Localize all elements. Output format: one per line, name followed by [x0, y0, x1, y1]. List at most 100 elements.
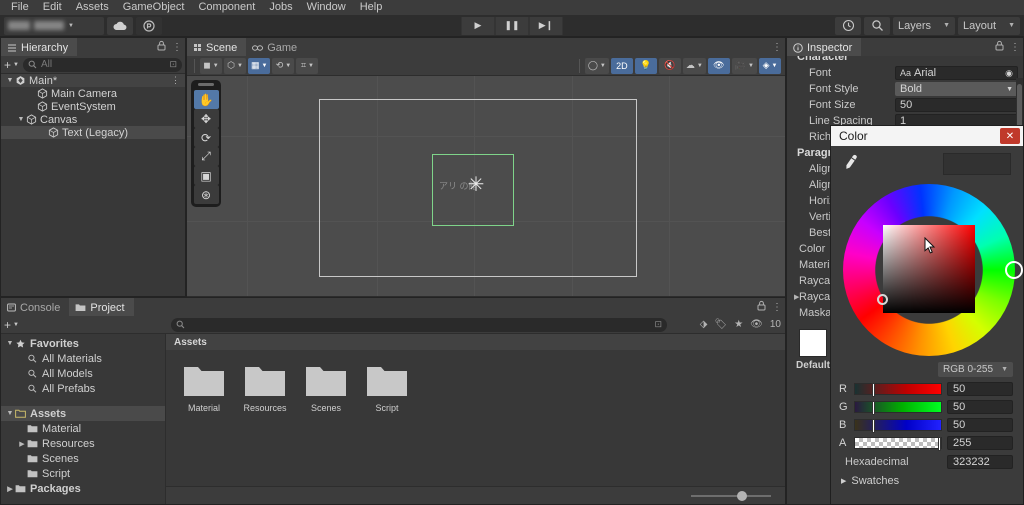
asset-item-material[interactable]: Material	[182, 364, 226, 413]
hierarchy-item-main[interactable]: ▼ Main* ⋮	[1, 74, 185, 87]
project-tree-item-all-materials[interactable]: All Materials	[1, 351, 165, 366]
hexadecimal-input[interactable]: 323232	[947, 455, 1013, 469]
channel-knob[interactable]	[872, 401, 876, 415]
toggle-audio[interactable]: 🔇	[658, 57, 681, 74]
tab-console[interactable]: Console	[1, 298, 69, 316]
material-swatch[interactable]	[799, 329, 827, 357]
project-folder-tree[interactable]: ▼ Favorites All Materials All Models All Pre…	[1, 334, 166, 504]
asset-type-filter-icon[interactable]: ⬗	[700, 319, 708, 330]
channel-value-input[interactable]: 255	[947, 436, 1013, 450]
kebab-menu-icon[interactable]: ⋮	[171, 75, 181, 86]
project-tree-item-packages[interactable]: ▶ Packages	[1, 481, 165, 496]
menu-item-window[interactable]: Window	[300, 0, 353, 15]
toggle-fx[interactable]: ☁ ▼	[682, 57, 706, 74]
project-tree-item-material[interactable]: Material	[1, 421, 165, 436]
asset-item-scenes[interactable]: Scenes	[304, 364, 348, 413]
search-filter-icon[interactable]: ⊡	[654, 319, 662, 330]
create-gameobject-button[interactable]: + ▼	[4, 58, 19, 72]
hierarchy-item-eventsystem[interactable]: EventSystem	[1, 100, 185, 113]
toggle-2d-grid[interactable]: ▦ ▼	[248, 57, 271, 74]
tab-inspector[interactable]: Inspector	[787, 38, 862, 56]
eyedropper-icon[interactable]	[841, 152, 861, 176]
toolbar-search-icon[interactable]	[864, 16, 890, 35]
project-tree-item-all-models[interactable]: All Models	[1, 366, 165, 381]
channel-slider[interactable]	[854, 437, 942, 451]
asset-item-resources[interactable]: Resources	[243, 364, 287, 413]
hue-knob[interactable]	[1005, 261, 1023, 279]
scale-tool[interactable]: ⤢	[193, 147, 219, 166]
create-asset-button[interactable]: + ▼	[4, 318, 19, 332]
project-tree-item-resources[interactable]: ▶ Resources	[1, 436, 165, 451]
channel-slider[interactable]	[854, 383, 942, 397]
slider-knob[interactable]	[737, 490, 747, 501]
kebab-menu-icon[interactable]: ⋮	[772, 42, 782, 53]
scene-viewport[interactable]: アリ の館 ✳ ✋ ✥ ⟳ ⤢ ▣ ⊛	[187, 76, 785, 296]
chevron-down-icon[interactable]: ▼	[16, 116, 26, 123]
tab-project[interactable]: Project	[69, 298, 134, 316]
chevron-down-icon[interactable]: ▼	[5, 77, 15, 84]
scene-camera-settings[interactable]: 🎥 ▼	[731, 57, 757, 74]
channel-knob[interactable]	[937, 437, 941, 451]
kebab-menu-icon[interactable]: ⋮	[1010, 42, 1020, 53]
snap-increment-dropdown[interactable]: ⟲ ▼	[272, 57, 295, 74]
layers-dropdown[interactable]: Layers ▼	[893, 16, 955, 35]
step-button[interactable]: ▶❙	[529, 16, 563, 35]
color-wheel-area[interactable]	[831, 182, 1023, 360]
sv-knob[interactable]	[877, 294, 888, 305]
menu-item-assets[interactable]: Assets	[69, 0, 116, 15]
menu-item-file[interactable]: File	[4, 0, 36, 15]
lock-icon[interactable]	[995, 40, 1004, 54]
menu-item-jobs[interactable]: Jobs	[262, 0, 299, 15]
project-tree-item-favorites[interactable]: ▼ Favorites	[1, 336, 165, 351]
hierarchy-item-text-legacy[interactable]: Text (Legacy)	[1, 126, 185, 139]
project-tree-item-assets[interactable]: ▼ Assets	[1, 406, 165, 421]
lock-icon[interactable]	[757, 300, 766, 314]
menu-item-edit[interactable]: Edit	[36, 0, 69, 15]
inspector-field[interactable]: 50	[895, 98, 1018, 112]
chevron-down-icon[interactable]: ▼	[1006, 86, 1013, 93]
chevron-down-icon[interactable]: ▼	[308, 63, 314, 69]
chevron-down-icon[interactable]: ▼	[213, 63, 219, 69]
project-search-input[interactable]: ⊡	[171, 317, 667, 332]
collab-icon[interactable]	[136, 16, 162, 35]
hand-tool[interactable]: ✋	[193, 90, 219, 109]
inspector-field[interactable]: Aa Arial ◉	[895, 66, 1018, 80]
chevron-right-icon[interactable]: ▶	[794, 293, 799, 301]
hierarchy-search-input[interactable]: All ⊡	[22, 57, 182, 72]
label-filter-icon[interactable]: 🏷	[715, 319, 728, 330]
chevron-down-icon[interactable]: ▼	[697, 63, 703, 69]
channel-knob[interactable]	[872, 419, 876, 433]
channel-slider[interactable]	[854, 419, 942, 433]
transform-tool[interactable]: ⊛	[193, 185, 219, 204]
hierarchy-item-main-camera[interactable]: Main Camera	[1, 87, 185, 100]
tab-scene[interactable]: Scene	[187, 38, 247, 56]
color-preview-swatch[interactable]	[943, 153, 1011, 175]
account-chip[interactable]: ▼	[4, 16, 104, 35]
close-icon[interactable]: ✕	[1000, 128, 1020, 144]
play-button[interactable]: ▶	[461, 16, 495, 35]
menu-item-gameobject[interactable]: GameObject	[116, 0, 192, 15]
channel-value-input[interactable]: 50	[947, 400, 1013, 414]
grid-snapping-dropdown[interactable]: ⌗ ▼	[296, 57, 319, 74]
favorites-filter-icon[interactable]: ★	[734, 319, 743, 330]
tab-game[interactable]: Game	[246, 38, 306, 56]
chevron-down-icon[interactable]: ▼	[600, 63, 606, 69]
channel-slider[interactable]	[854, 401, 942, 415]
chevron-right-icon[interactable]: ▶	[17, 440, 27, 448]
rotate-tool[interactable]: ⟳	[193, 128, 219, 147]
project-tree-item-all-prefabs[interactable]: All Prefabs	[1, 381, 165, 396]
pivot-gizmo-icon[interactable]: ✳	[465, 174, 487, 196]
asset-zoom-slider[interactable]	[691, 490, 771, 502]
hierarchy-tree[interactable]: ▼ Main* ⋮ Main Camera EventSystem ▼ Canvas Text…	[1, 74, 185, 296]
rect-transform-tool[interactable]: ▣	[193, 166, 219, 185]
chevron-right-icon[interactable]: ▶	[5, 485, 15, 493]
lock-icon[interactable]	[157, 40, 166, 54]
swatches-foldout[interactable]: ▶ Swatches	[831, 472, 1023, 490]
project-tree-item-scenes[interactable]: Scenes	[1, 451, 165, 466]
menu-item-help[interactable]: Help	[353, 0, 390, 15]
channel-knob[interactable]	[872, 383, 876, 397]
object-picker-icon[interactable]: ◉	[1005, 68, 1013, 79]
layout-dropdown[interactable]: Layout ▼	[958, 16, 1020, 35]
search-filter-icon[interactable]: ⊡	[169, 59, 177, 70]
chevron-down-icon[interactable]: ▼	[5, 340, 15, 347]
